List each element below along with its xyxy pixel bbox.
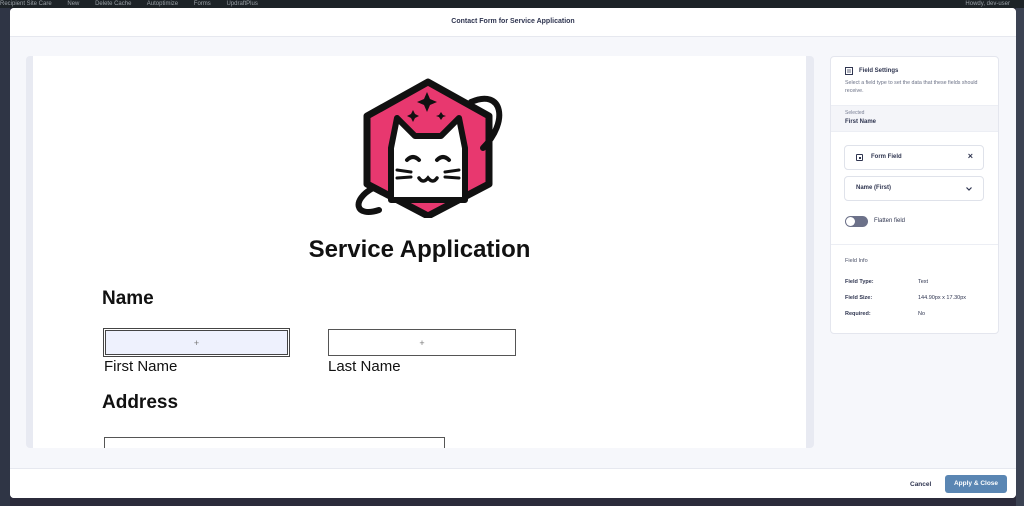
modal-title: Contact Form for Service Application [10, 8, 1016, 37]
admin-bar-item: Recipient Site Care [0, 1, 52, 7]
form-field-type-chip[interactable]: Form Field × [844, 145, 984, 170]
field-info-value: 144.90px x 17.30px [918, 295, 967, 301]
form-mapping-modal: Contact Form for Service Application Ser… [10, 8, 1016, 498]
field-settings-panel: Field Settings Select a field type to se… [830, 56, 999, 334]
admin-bar-item: Autoptimize [146, 1, 179, 7]
modal-footer: Cancel Apply & Close [10, 468, 1016, 498]
document-page: Service Application Name + + First Name … [33, 56, 806, 448]
field-mapping-dropdown[interactable]: Name (First) [844, 176, 984, 201]
admin-bar-item: Forms [193, 1, 211, 7]
address-field[interactable] [104, 437, 445, 448]
background-sidebar [0, 8, 10, 506]
field-settings-title: Field Settings [859, 68, 899, 74]
admin-bar-item: New [67, 1, 80, 7]
selected-field-name: First Name [845, 119, 877, 125]
form-title: Service Application [308, 236, 531, 263]
background-admin-bar: Recipient Site Care New Delete Cache Aut… [0, 0, 1024, 8]
toggle-knob [846, 217, 855, 226]
field-settings-header: Field Settings [845, 67, 898, 75]
flatten-field-label: Flatten field [874, 218, 906, 224]
field-info-value: No [918, 311, 926, 317]
background-edge [1016, 8, 1024, 506]
field-info-key: Required: [845, 311, 871, 317]
last-name-field[interactable]: + [328, 329, 516, 356]
first-name-field[interactable]: + [103, 328, 290, 357]
selected-caption: Selected [845, 110, 865, 116]
admin-bar-item: Delete Cache [95, 1, 132, 7]
first-name-label: First Name [104, 358, 178, 375]
name-section-heading: Name [102, 288, 154, 309]
admin-bar-item: UpdraftPlus [226, 1, 258, 7]
add-field-icon: + [419, 338, 425, 348]
field-info-key: Field Type: [845, 279, 874, 285]
cancel-button[interactable]: Cancel [906, 476, 935, 493]
add-field-icon: + [193, 338, 200, 348]
admin-bar-item: Howdy, dev-user [965, 1, 1010, 7]
form-field-label: Form Field [871, 154, 902, 160]
field-info-value: Text [918, 279, 929, 285]
cat-logo-icon [355, 78, 503, 218]
selected-field-box: Selected First Name [831, 105, 998, 132]
last-name-label: Last Name [328, 358, 401, 375]
flatten-field-toggle[interactable] [845, 216, 868, 227]
field-info-heading: Field Info [845, 258, 868, 264]
form-field-icon [856, 154, 863, 161]
document-preview: Service Application Name + + First Name … [26, 56, 814, 448]
field-settings-description: Select a field type to set the data that… [845, 80, 978, 94]
address-section-heading: Address [102, 392, 179, 413]
dropdown-selected-value: Name (First) [856, 185, 892, 191]
section-divider [831, 244, 998, 245]
close-icon[interactable]: × [968, 151, 973, 161]
form-settings-icon [845, 67, 853, 75]
apply-close-button[interactable]: Apply & Close [945, 475, 1007, 493]
chevron-down-icon [966, 187, 972, 191]
field-info-key: Field Size: [845, 295, 873, 301]
